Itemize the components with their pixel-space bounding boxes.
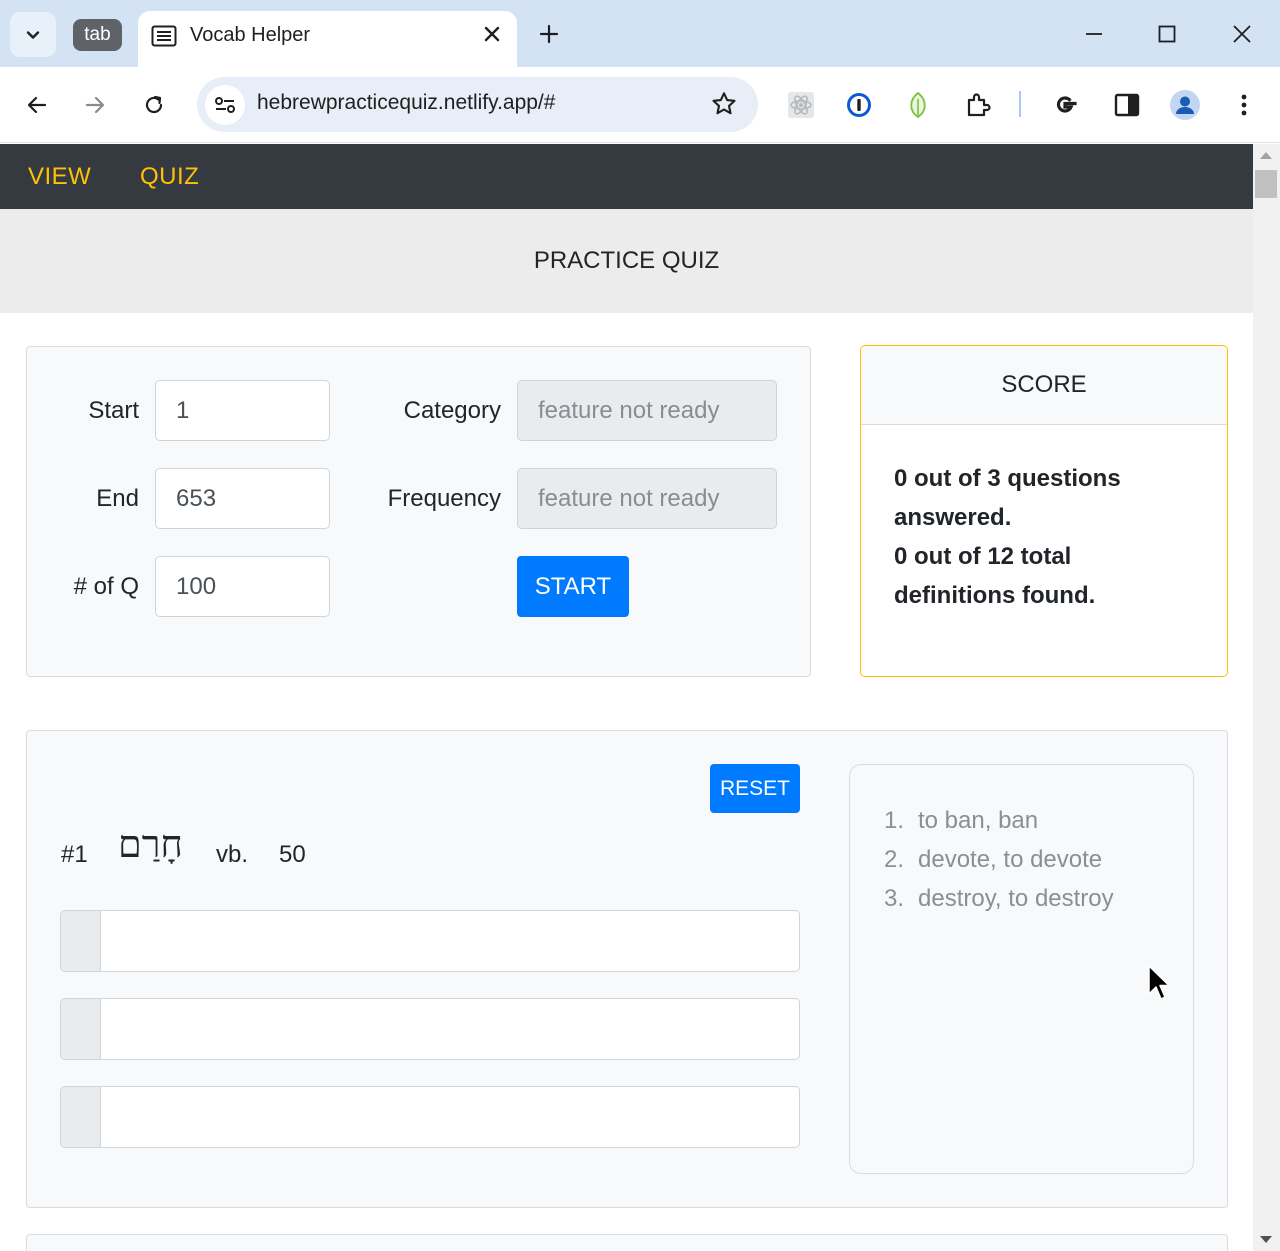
answer-prepend xyxy=(61,999,101,1059)
maximize-icon xyxy=(1158,25,1176,43)
answer-input-row xyxy=(60,910,800,972)
react-devtools-extension-icon[interactable] xyxy=(783,87,819,123)
back-button[interactable] xyxy=(19,87,55,123)
definitions-list: 1. to ban, ban 2. devote, to devote 3. dest… xyxy=(884,801,1114,918)
definitions-found-text: 0 out of 12 total definitions found. xyxy=(894,543,1096,609)
google-account-icon[interactable] xyxy=(1047,87,1083,123)
questions-answered-text: 0 out of 3 questions answered. xyxy=(894,465,1121,531)
question-number: #1 xyxy=(61,841,88,868)
address-bar[interactable]: hebrewpracticequiz.netlify.app/# xyxy=(197,77,758,132)
new-tab-button[interactable] xyxy=(533,18,565,50)
answer-input-row xyxy=(60,998,800,1060)
close-window-button[interactable] xyxy=(1224,16,1260,52)
leaf-extension-icon[interactable] xyxy=(900,87,936,123)
browser-toolbar: hebrewpracticequiz.netlify.app/# xyxy=(0,67,1280,143)
start-input[interactable]: 1 xyxy=(155,380,330,441)
page-header: PRACTICE QUIZ xyxy=(0,209,1253,313)
arrow-left-icon xyxy=(27,96,47,114)
plus-icon xyxy=(539,24,559,44)
browser-tab-active[interactable]: Vocab Helper xyxy=(138,11,517,67)
toolbar-divider xyxy=(1019,91,1021,117)
bookmark-star-icon[interactable] xyxy=(710,90,738,123)
frequency-label: Frequency xyxy=(387,485,501,512)
reload-icon xyxy=(145,95,163,114)
score-body: 0 out of 3 questions answered. 0 out of … xyxy=(861,425,1227,615)
end-label: End xyxy=(96,485,139,512)
score-card: SCORE 0 out of 3 questions answered. 0 o… xyxy=(860,345,1228,677)
answer-input[interactable] xyxy=(102,911,799,971)
next-question-card xyxy=(26,1234,1228,1251)
nav-link-quiz[interactable]: QUIZ xyxy=(140,163,199,191)
page-title: PRACTICE QUIZ xyxy=(533,247,720,274)
arrow-right-icon xyxy=(85,96,105,114)
nav-link-view[interactable]: VIEW xyxy=(28,163,91,191)
site-info-icon[interactable] xyxy=(205,85,245,125)
top-navbar: VIEW QUIZ xyxy=(0,144,1253,209)
scrollbar-thumb[interactable] xyxy=(1255,170,1277,198)
hebrew-word: חָרַם xyxy=(118,822,183,866)
reload-button[interactable] xyxy=(136,87,172,123)
url-text[interactable]: hebrewpracticequiz.netlify.app/# xyxy=(257,91,555,115)
browser-tabstrip: tab Vocab Helper xyxy=(0,0,1280,67)
start-label: Start xyxy=(88,397,139,424)
tab-group-chip[interactable]: tab xyxy=(73,19,122,51)
scroll-up-arrow-icon[interactable] xyxy=(1260,152,1272,159)
word-frequency: 50 xyxy=(279,841,306,868)
answer-input[interactable] xyxy=(102,999,799,1059)
maximize-button[interactable] xyxy=(1149,16,1185,52)
score-title: SCORE xyxy=(861,346,1227,425)
num-questions-label: # of Q xyxy=(73,573,139,600)
part-of-speech: vb. xyxy=(216,841,249,868)
reset-button[interactable]: RESET xyxy=(710,764,800,813)
close-icon xyxy=(1233,25,1251,43)
profile-avatar-icon[interactable] xyxy=(1167,87,1203,123)
scroll-down-arrow-icon[interactable] xyxy=(1260,1236,1272,1243)
category-input: feature not ready xyxy=(517,380,777,441)
minimize-icon xyxy=(1086,33,1102,35)
definition-item: 1. to ban, ban xyxy=(884,807,1039,834)
category-label: Category xyxy=(403,397,501,424)
num-questions-input[interactable]: 100 xyxy=(155,556,330,617)
browser-menu-icon[interactable] xyxy=(1226,87,1262,123)
answer-input-row xyxy=(60,1086,800,1148)
definitions-card: 1. to ban, ban 2. devote, to devote 3. dest… xyxy=(849,764,1194,1174)
answer-prepend xyxy=(61,911,101,971)
tab-title: Vocab Helper xyxy=(190,24,311,46)
forward-button[interactable] xyxy=(77,87,113,123)
close-tab-icon[interactable] xyxy=(481,23,503,50)
page-content: VIEW QUIZ PRACTICE QUIZ Start 1 End 653 … xyxy=(0,144,1253,1251)
extensions-puzzle-icon[interactable] xyxy=(960,87,996,123)
start-button[interactable]: START xyxy=(517,556,629,617)
password-manager-extension-icon[interactable] xyxy=(841,87,877,123)
page-scrollbar[interactable] xyxy=(1253,144,1280,1251)
definition-item: 3. destroy, to destroy xyxy=(884,885,1114,912)
end-input[interactable]: 653 xyxy=(155,468,330,529)
minimize-button[interactable] xyxy=(1076,16,1112,52)
answer-input[interactable] xyxy=(102,1087,799,1147)
answer-prepend xyxy=(61,1087,101,1147)
frequency-input: feature not ready xyxy=(517,468,777,529)
definition-item: 2. devote, to devote xyxy=(884,846,1103,873)
chevron-down-icon xyxy=(26,30,40,39)
side-panel-icon[interactable] xyxy=(1109,87,1145,123)
page-favicon-icon xyxy=(151,24,177,53)
mouse-cursor-icon xyxy=(1148,965,1170,1000)
tab-search-button[interactable] xyxy=(10,12,56,57)
